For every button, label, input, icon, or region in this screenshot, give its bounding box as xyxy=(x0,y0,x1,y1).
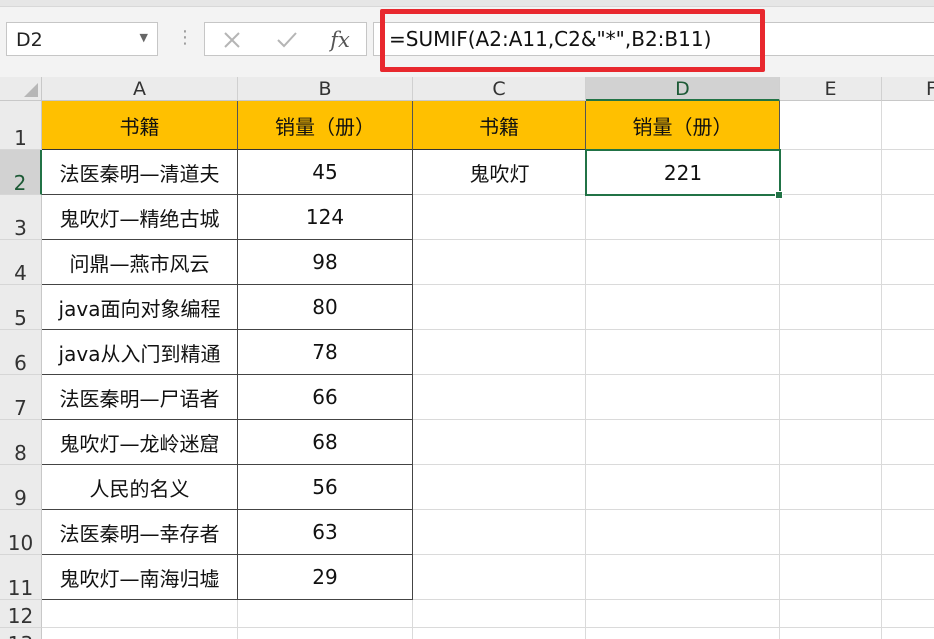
cell-b4[interactable]: 98 xyxy=(238,240,413,285)
row-number: 7 xyxy=(14,396,27,420)
cell-b2[interactable]: 45 xyxy=(238,150,413,195)
column-header-a[interactable]: A xyxy=(42,77,238,101)
cell-a1[interactable]: 书籍 xyxy=(42,101,238,150)
row-header-7[interactable]: 7 xyxy=(0,375,42,420)
cell-a6[interactable]: java从入门到精通 xyxy=(42,330,238,375)
name-box-value: D2 xyxy=(16,29,43,51)
row-header-10[interactable]: 10 xyxy=(0,510,42,555)
cell-b1[interactable]: 销量（册） xyxy=(238,101,413,150)
cell-b11[interactable]: 29 xyxy=(238,555,413,600)
row-number: 3 xyxy=(14,216,27,240)
cell-a8[interactable]: 鬼吹灯—龙岭迷窟 xyxy=(42,420,238,465)
row-number: 12 xyxy=(7,604,34,628)
cell-a4[interactable]: 问鼎—燕市风云 xyxy=(42,240,238,285)
cell-a3[interactable]: 鬼吹灯—精绝古城 xyxy=(42,195,238,240)
row-number: 13 xyxy=(0,633,41,639)
row-header-11[interactable]: 11 xyxy=(0,555,42,600)
row-header-2[interactable]: 2 xyxy=(0,150,42,195)
row-header-8[interactable]: 8 xyxy=(0,420,42,465)
fx-icon[interactable]: fx xyxy=(320,25,360,55)
column-header-f[interactable]: F xyxy=(882,77,934,101)
cell-a2[interactable]: 法医秦明—清道夫 xyxy=(42,150,238,195)
formula-highlight-box xyxy=(380,9,765,72)
row-number: 11 xyxy=(7,576,34,600)
row-number: 2 xyxy=(13,171,27,195)
row-number: 8 xyxy=(14,441,27,465)
cell-a11[interactable]: 鬼吹灯—南海归墟 xyxy=(42,555,238,600)
row-number: 1 xyxy=(14,126,27,150)
spreadsheet-grid: A B C D E F 1 2 3 4 5 6 7 8 9 10 11 12 1… xyxy=(0,77,934,639)
cell-a9[interactable]: 人民的名义 xyxy=(42,465,238,510)
formula-toolbar: D2 ▼ ⋮ fx =SUMIF(A2:A11,C2&"*",B2:B11) xyxy=(0,0,934,72)
row-header-6[interactable]: 6 xyxy=(0,330,42,375)
column-header-c[interactable]: C xyxy=(413,77,586,101)
select-all-button[interactable] xyxy=(0,77,42,101)
row-number: 4 xyxy=(14,261,27,285)
cell-c1[interactable]: 书籍 xyxy=(413,101,586,150)
cell-b8[interactable]: 68 xyxy=(238,420,413,465)
column-header-d[interactable]: D xyxy=(586,77,780,101)
gridline xyxy=(42,627,934,628)
cell-b3[interactable]: 124 xyxy=(238,195,413,240)
cell-b10[interactable]: 63 xyxy=(238,510,413,555)
column-header-b[interactable]: B xyxy=(238,77,413,101)
row-number: 6 xyxy=(14,351,27,375)
cell-b6[interactable]: 78 xyxy=(238,330,413,375)
row-number: 5 xyxy=(14,306,27,330)
fill-handle[interactable] xyxy=(775,191,783,199)
cell-b5[interactable]: 80 xyxy=(238,285,413,330)
row-header-12[interactable]: 12 xyxy=(0,600,42,628)
cell-d1[interactable]: 销量（册） xyxy=(586,101,780,150)
gridline xyxy=(881,101,882,639)
cell-b9[interactable]: 56 xyxy=(238,465,413,510)
row-header-9[interactable]: 9 xyxy=(0,465,42,510)
row-header-4[interactable]: 4 xyxy=(0,240,42,285)
cell-c2[interactable]: 鬼吹灯 xyxy=(413,150,586,195)
cell-a7[interactable]: 法医秦明—尸语者 xyxy=(42,375,238,420)
name-box[interactable]: D2 ▼ xyxy=(6,22,158,56)
row-number: 9 xyxy=(14,486,27,510)
ribbon-edge xyxy=(0,0,934,7)
drag-handle-icon[interactable]: ⋮ xyxy=(176,24,194,52)
row-header-1[interactable]: 1 xyxy=(0,101,42,150)
cross-icon[interactable] xyxy=(212,25,252,55)
row-header-3[interactable]: 3 xyxy=(0,195,42,240)
select-all-triangle-icon xyxy=(24,83,38,97)
chevron-down-icon[interactable]: ▼ xyxy=(140,31,148,44)
cell-a5[interactable]: java面向对象编程 xyxy=(42,285,238,330)
active-cell-border xyxy=(585,149,781,196)
check-icon[interactable] xyxy=(267,25,307,55)
cell-a10[interactable]: 法医秦明—幸存者 xyxy=(42,510,238,555)
cell-b7[interactable]: 66 xyxy=(238,375,413,420)
row-header-13[interactable]: 13 xyxy=(0,628,42,639)
row-header-5[interactable]: 5 xyxy=(0,285,42,330)
formula-buttons: fx xyxy=(204,22,367,56)
row-number: 10 xyxy=(7,531,34,555)
column-header-e[interactable]: E xyxy=(780,77,882,101)
